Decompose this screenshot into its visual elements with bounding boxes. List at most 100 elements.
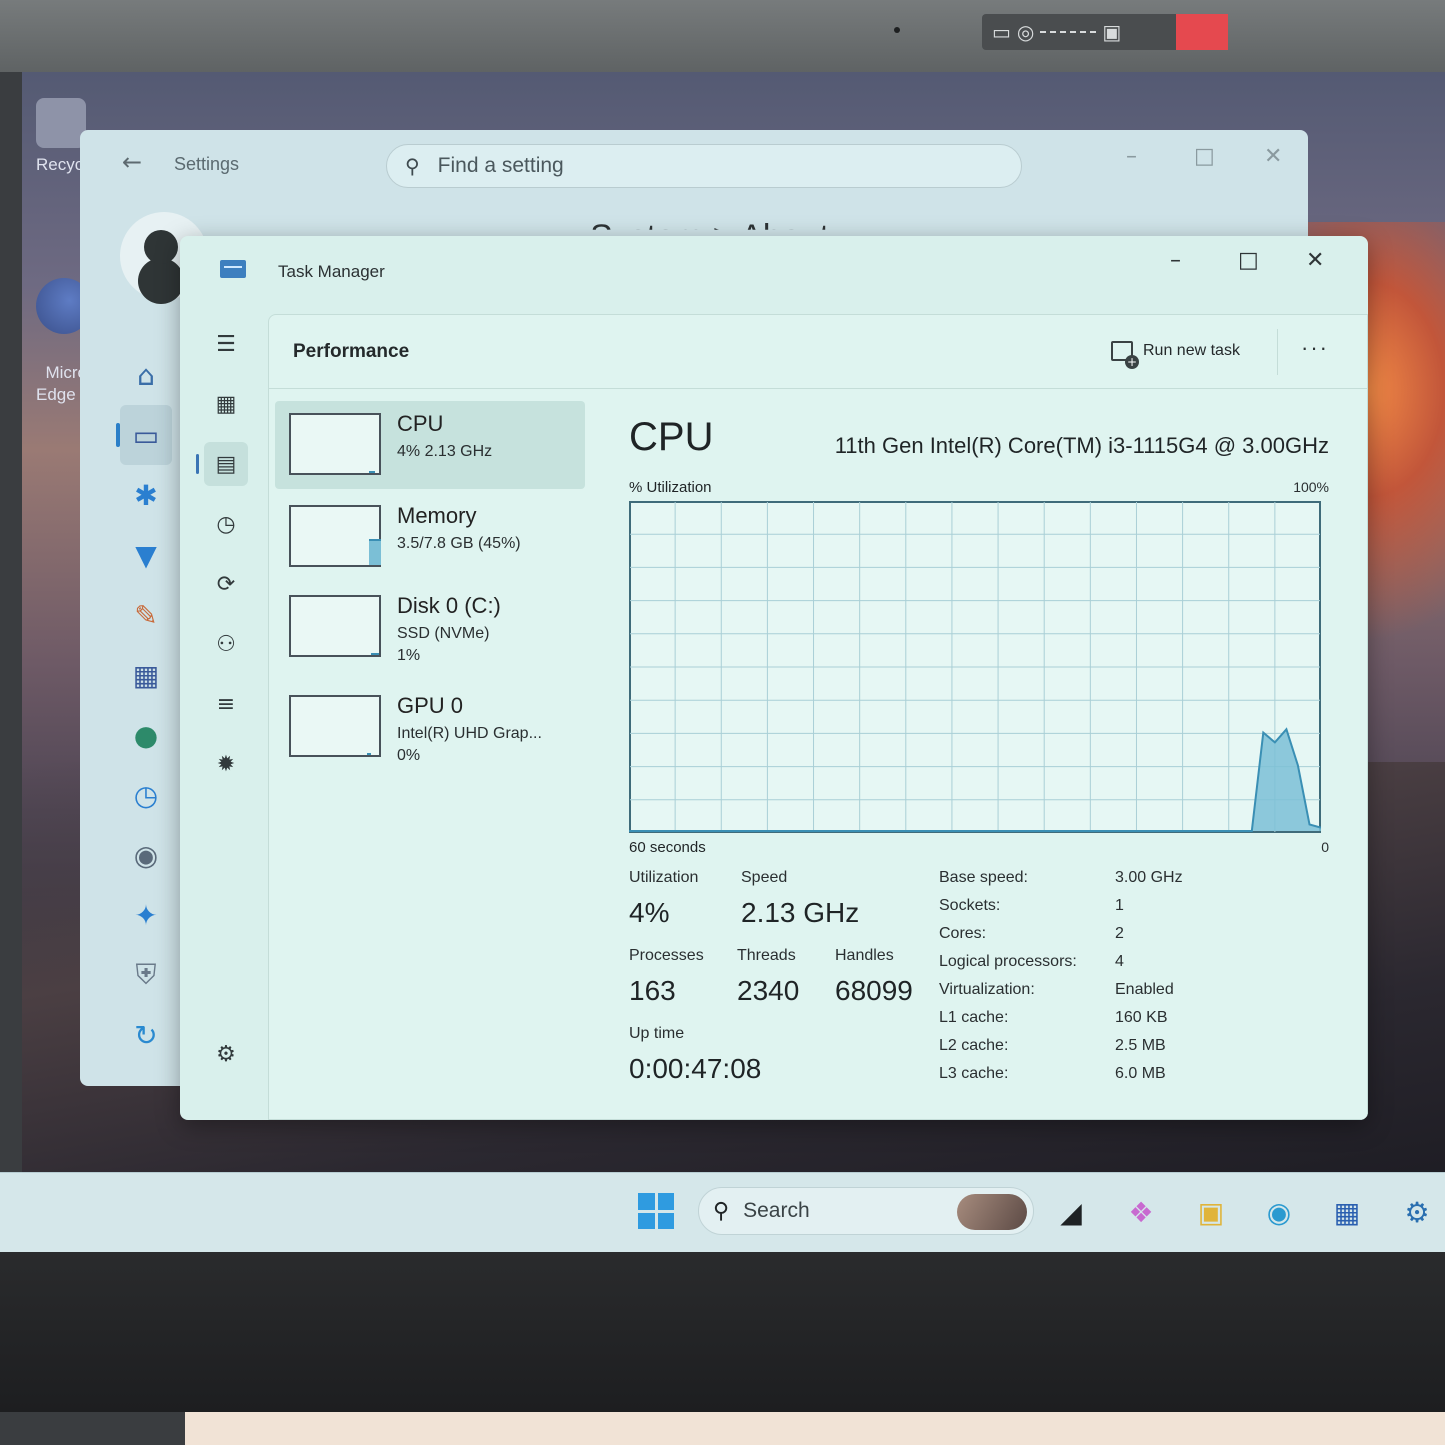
taskbar: ⚲ Search ◢ ❖ ▣ ◉ ▦ ⚙ [0, 1172, 1445, 1252]
resource-item-cpu[interactable]: CPU 4% 2.13 GHz [275, 401, 585, 489]
desk-surface [185, 1412, 1445, 1445]
resource-detail-2: 1% [397, 647, 421, 664]
taskbar-search[interactable]: ⚲ Search [698, 1187, 1034, 1235]
bluetooth-icon[interactable]: ✱ [120, 465, 172, 525]
camera-off-icon: ▭ [992, 20, 1011, 44]
close-icon[interactable]: ✕ [1306, 248, 1324, 273]
spec-key: Logical processors: [939, 953, 1077, 970]
stat-processes: Processes 163 [629, 947, 704, 1007]
resource-name: Memory [397, 503, 477, 528]
back-arrow-icon[interactable]: ← [122, 148, 142, 176]
home-icon[interactable]: ⌂ [120, 345, 172, 405]
maximize-icon[interactable]: □ [1238, 248, 1259, 273]
resource-item-memory[interactable]: Memory 3.5/7.8 GB (45%) [275, 493, 585, 581]
stat-value: 2.13 GHz [741, 897, 860, 928]
shutter-arrow-icon: ◎ [1016, 20, 1035, 44]
wifi-icon[interactable]: ▼ [120, 525, 172, 585]
stat-value: 68099 [835, 975, 913, 1006]
spec-key: Cores: [939, 925, 987, 942]
settings-icon[interactable]: ⚙ [1398, 1193, 1436, 1231]
task-view-icon[interactable]: ◢ [1052, 1193, 1090, 1231]
stat-speed: Speed 2.13 GHz [741, 869, 859, 929]
spec-value: Enabled [1115, 981, 1174, 998]
services-icon[interactable]: ✹ [204, 742, 248, 786]
spec-value: 160 KB [1115, 1009, 1168, 1026]
stat-threads: Threads 2340 [737, 947, 799, 1007]
x-axis-zero: 0 [1321, 839, 1329, 855]
settings-search-placeholder: Find a setting [437, 154, 564, 177]
spec-value: 3.00 GHz [1115, 869, 1183, 886]
run-new-task-button[interactable]: Run new task [1111, 341, 1240, 369]
store-icon[interactable]: ▦ [1328, 1193, 1366, 1231]
windows-update-icon[interactable]: ↻ [120, 1005, 172, 1065]
performance-header: Performance Run new task ··· [269, 315, 1367, 389]
users-icon[interactable]: ⚇ [204, 622, 248, 666]
stat-label: Speed [741, 869, 788, 886]
resource-item-disk[interactable]: Disk 0 (C:) SSD (NVMe) 1% [275, 583, 585, 671]
spec-value: 4 [1115, 953, 1124, 970]
close-icon[interactable]: ✕ [1264, 144, 1282, 169]
task-manager-titlebar[interactable]: Task Manager – □ ✕ [180, 236, 1368, 308]
minimize-icon[interactable]: – [1170, 248, 1181, 273]
webcam [894, 27, 900, 33]
spec-row: Base speed: 3.00 GHz [939, 869, 1259, 895]
settings-title: Settings [174, 154, 240, 174]
more-options-button[interactable]: ··· [1301, 335, 1329, 361]
details-icon[interactable]: ≡ [204, 682, 248, 726]
spec-key: Virtualization: [939, 981, 1035, 998]
edge-icon[interactable]: ◉ [1260, 1193, 1298, 1231]
laptop-top-bezel: ▭ ◎ ▣ [0, 0, 1445, 72]
app-history-icon[interactable]: ◷ [204, 502, 248, 546]
spec-key: Base speed: [939, 869, 1028, 886]
cpu-model: 11th Gen Intel(R) Core(TM) i3-1115G4 @ 3… [834, 433, 1329, 458]
search-icon: ⚲ [405, 154, 420, 178]
disk-thumbnail-graph [289, 595, 381, 657]
settings-nav: ⌂ ▭ ✱ ▼ ✎ ▦ ● ◷ ◉ ✦ ⛨ ↻ [116, 345, 180, 1065]
resource-detail: Intel(R) UHD Grap... [397, 725, 542, 742]
stat-value: 2340 [737, 975, 800, 1006]
privacy-icon[interactable]: ⛨ [120, 945, 172, 1005]
page-title: Performance [293, 341, 410, 362]
task-manager-window[interactable]: Task Manager – □ ✕ ☰ ▦ ▤ ◷ ⟳ ⚇ ≡ ✹ ⚙ Per… [180, 236, 1368, 1120]
spec-row: L1 cache: 160 KB [939, 1009, 1259, 1035]
startup-apps-icon[interactable]: ⟳ [204, 562, 248, 606]
thumbnail-fill [367, 753, 371, 755]
resource-item-gpu[interactable]: GPU 0 Intel(R) UHD Grap... 0% [275, 683, 585, 771]
task-manager-title: Task Manager [278, 262, 385, 281]
gpu-thumbnail-graph [289, 695, 381, 757]
cpu-thumbnail-graph [289, 413, 381, 475]
cpu-graph-svg [629, 501, 1321, 833]
spec-value: 2.5 MB [1115, 1037, 1166, 1054]
spec-key: L2 cache: [939, 1037, 1009, 1054]
accounts-icon[interactable]: ● [120, 705, 172, 765]
hamburger-menu-icon[interactable]: ☰ [204, 322, 248, 366]
spec-key: L1 cache: [939, 1009, 1009, 1026]
minimize-icon[interactable]: – [1126, 144, 1137, 169]
search-highlight-image [957, 1194, 1027, 1230]
start-icon[interactable] [638, 1193, 674, 1229]
file-explorer-icon[interactable]: ▣ [1192, 1193, 1230, 1231]
spec-value: 1 [1115, 897, 1124, 914]
search-icon: ⚲ [713, 1198, 730, 1224]
stat-label: Handles [835, 947, 894, 964]
apps-icon[interactable]: ▦ [120, 645, 172, 705]
personalization-icon[interactable]: ✎ [120, 585, 172, 645]
copilot-icon[interactable]: ❖ [1122, 1193, 1160, 1231]
spec-key: L3 cache: [939, 1065, 1009, 1082]
y-axis-label: % Utilization [629, 479, 712, 496]
stat-uptime: Up time 0:00:47:08 [629, 1025, 761, 1085]
accessibility-icon[interactable]: ✦ [120, 885, 172, 945]
system-icon[interactable]: ▭ [116, 405, 172, 465]
settings-search-field[interactable]: ⚲ Find a setting [386, 144, 1022, 188]
stat-label: Up time [629, 1025, 685, 1042]
x-axis-label: 60 seconds [629, 839, 706, 856]
time-language-icon[interactable]: ◷ [120, 765, 172, 825]
settings-gear-icon[interactable]: ⚙ [204, 1032, 248, 1076]
gaming-icon[interactable]: ◉ [120, 825, 172, 885]
stat-value: 163 [629, 975, 676, 1006]
spec-row: Cores: 2 [939, 925, 1259, 951]
processes-icon[interactable]: ▦ [204, 382, 248, 426]
resource-detail: 4% 2.13 GHz [397, 443, 493, 460]
performance-icon[interactable]: ▤ [196, 442, 248, 486]
maximize-icon[interactable]: □ [1194, 144, 1215, 169]
